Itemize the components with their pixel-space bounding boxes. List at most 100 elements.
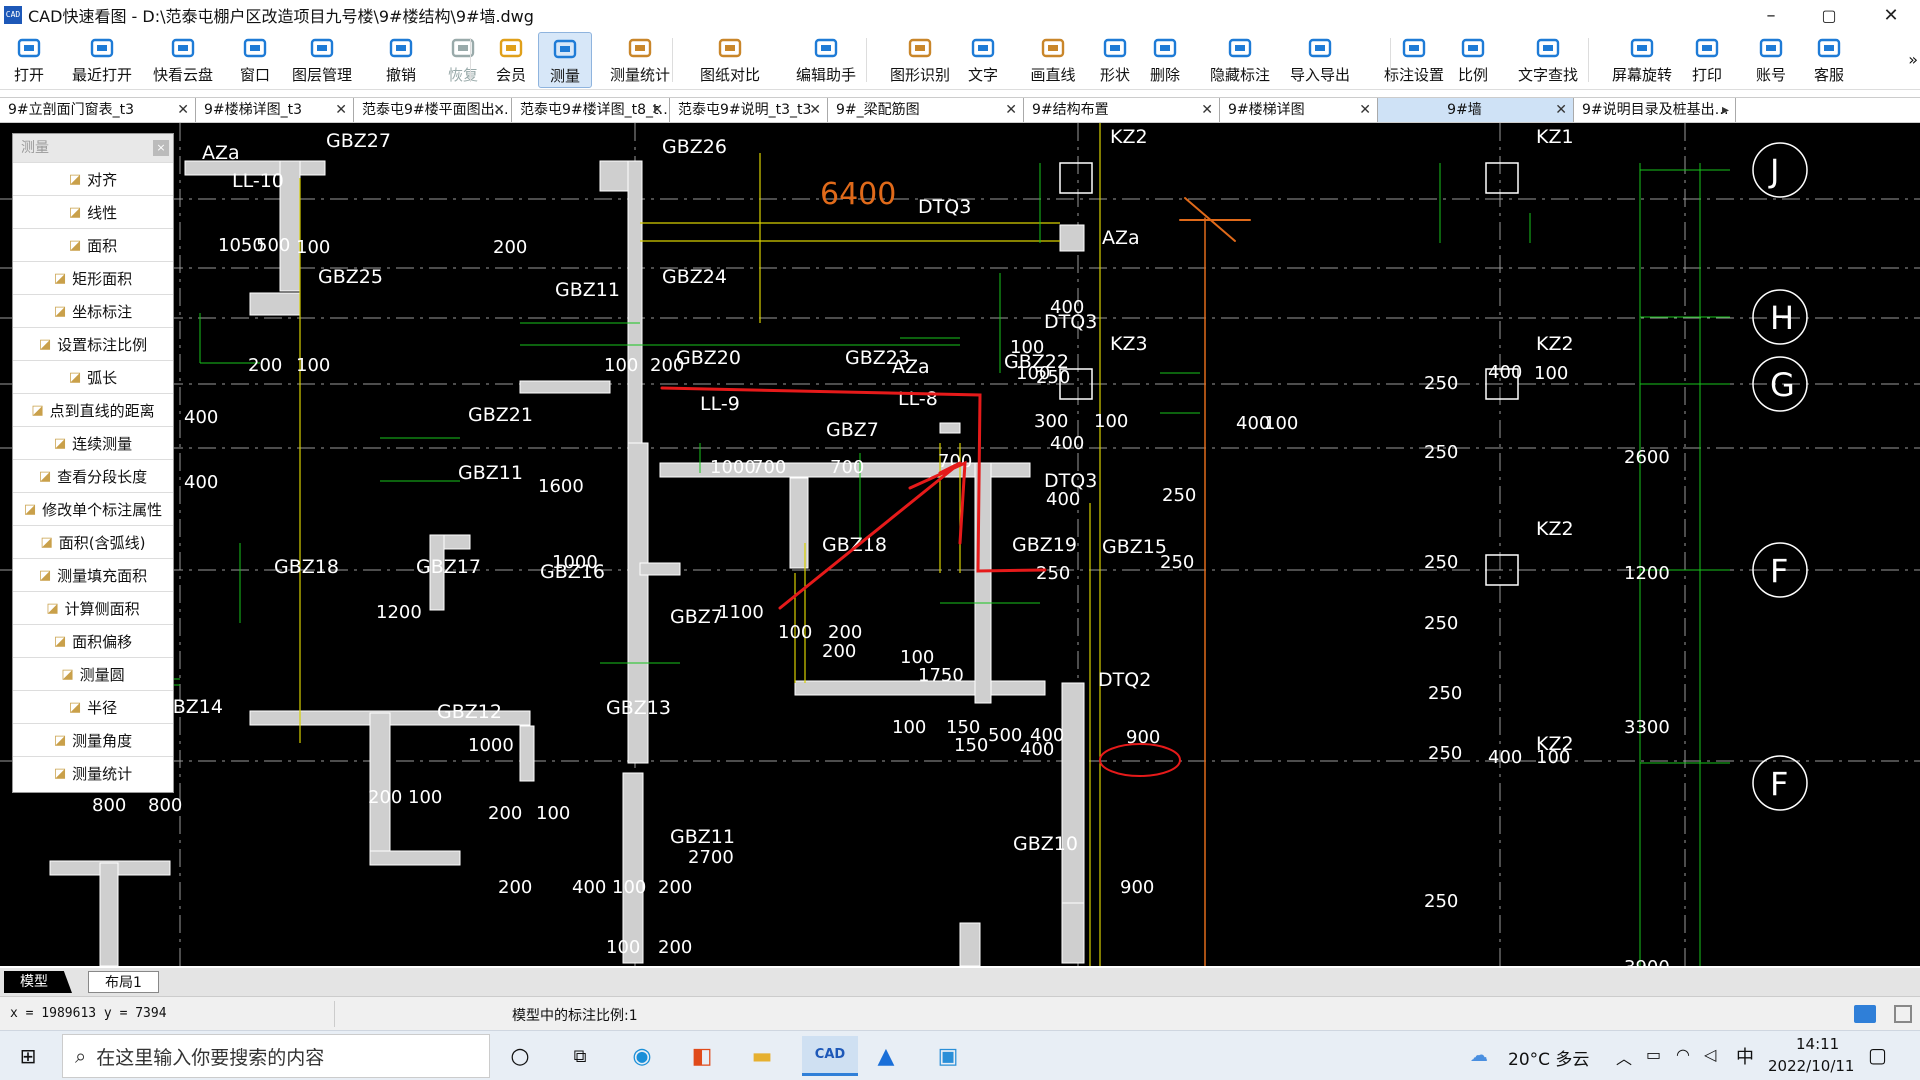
measure-tool-item[interactable]: ◪ 连续测量 [13,426,173,459]
office-icon[interactable]: ◧ [682,1036,722,1076]
dimension-text: 100 [1534,363,1568,384]
tab-close-icon[interactable]: ✕ [1005,98,1017,122]
cad-viewer-taskbar-icon[interactable]: CAD [802,1036,858,1076]
toolbar-measure-button[interactable]: 测量 [538,32,592,88]
toolbar-delete-button[interactable]: 删除 [1140,32,1190,88]
tab-close-icon[interactable]: ✕ [651,98,663,122]
toolbar-rotate-button[interactable]: 屏幕旋转 [1602,32,1682,88]
measure-tool-item[interactable]: ◪ 测量圆 [13,657,173,690]
clock-date[interactable]: 2022/10/11 [1768,1057,1854,1075]
maximize-button[interactable]: ▢ [1800,0,1858,30]
fullscreen-icon[interactable] [1894,1005,1912,1023]
tab-document[interactable]: 范泰屯9#楼详图_t8_t… ✕ [512,98,670,122]
tab-close-icon[interactable]: ✕ [177,98,189,122]
toolbar-vip-button[interactable]: 会员 [488,32,534,88]
task-view-icon[interactable]: ⧉ [560,1036,600,1076]
tab-close-icon[interactable]: ✕ [1359,98,1371,122]
tab-scroll-icon[interactable]: ▸ [1722,98,1729,122]
tab-close-icon[interactable]: ✕ [1201,98,1213,122]
toolbar-dim-set-button[interactable]: 标注设置 [1374,32,1454,88]
tab-document[interactable]: 9#结构布置 ✕ [1024,98,1220,122]
layout-tab-model[interactable]: 模型 [4,971,72,993]
tray-chevron-icon[interactable]: ︿ [1616,1045,1632,1069]
measure-tool-item[interactable]: ◪ 点到直线的距离 [13,393,173,426]
toolbar-shape-rec-button[interactable]: 图形识别 [880,32,960,88]
toolbar-more-button[interactable]: » [1908,50,1918,69]
weather-text[interactable]: 20°C 多云 [1508,1045,1589,1070]
measure-tool-item[interactable]: ◪ 计算侧面积 [13,591,173,624]
edge-browser-icon[interactable]: ◉ [622,1036,662,1076]
layout-tab-layout1[interactable]: 布局1 [88,971,159,993]
measure-tool-item[interactable]: ◪ 半径 [13,690,173,723]
toolbar-line-button[interactable]: 画直线 [1018,32,1088,88]
toolbar-print-button[interactable]: 打印 [1682,32,1732,88]
measure-tool-item[interactable]: ◪ 对齐 [13,162,173,195]
file-explorer-icon[interactable]: ▬ [742,1036,782,1076]
tab-label: 9#_梁配筋图 [836,102,920,118]
tab-close-icon[interactable]: ✕ [1555,98,1567,122]
measure-tool-item[interactable]: ◪ 坐标标注 [13,294,173,327]
toolbar-export-button[interactable]: 导入导出 [1280,32,1360,88]
measure-tool-item[interactable]: ◪ 测量角度 [13,723,173,756]
clock-time[interactable]: 14:11 [1796,1035,1839,1053]
toolbar-edit-helper-button[interactable]: 编辑助手 [786,32,866,88]
tab-document[interactable]: 9#_梁配筋图 ✕ [828,98,1024,122]
feishu-icon[interactable]: ▲ [866,1036,906,1076]
dimension-text: 250 [1424,373,1458,394]
measure-tool-item[interactable]: ◪ 设置标注比例 [13,327,173,360]
taskbar-search[interactable]: ⌕ 在这里输入你要搜索的内容 [62,1034,490,1078]
toolbar-layers-button[interactable]: 图层管理 [282,32,362,88]
tab-close-icon[interactable]: ✕ [335,98,347,122]
toolbar-measure-stat-button[interactable]: 测量统计 [600,32,680,88]
tab-document[interactable]: 9#说明目录及桩基出… ▸ [1574,98,1736,122]
notification-icon[interactable]: ▢ [1868,1043,1887,1067]
measure-tool-item[interactable]: ◪ 面积 [13,228,173,261]
toolbar-cloud-button[interactable]: 快看云盘 [148,32,218,88]
toolbar-compare-button[interactable]: 图纸对比 [690,32,770,88]
tab-active-document[interactable]: 9#墙 ✕ [1378,98,1574,122]
windows-start-icon[interactable]: ⊞ [8,1036,48,1076]
measure-tool-item[interactable]: ◪ 线性 [13,195,173,228]
photos-icon[interactable]: ▣ [928,1036,968,1076]
measure-tool-item[interactable]: ◪ 修改单个标注属性 [13,492,173,525]
tab-document[interactable]: 范泰屯9#楼平面图出… ✕ [354,98,512,122]
tab-close-icon[interactable]: ✕ [809,98,821,122]
battery-icon[interactable]: ▭ [1646,1045,1661,1064]
wifi-icon[interactable]: ◠ [1676,1045,1690,1064]
measure-tool-item[interactable]: ◪ 面积偏移 [13,624,173,657]
drawing-label: KZ2 [1536,518,1574,540]
tab-document[interactable]: 范泰屯9#说明_t3_t3 ✕ [670,98,828,122]
toolbar-recent-button[interactable]: 最近打开 [62,32,142,88]
tab-close-icon[interactable]: ✕ [493,98,505,122]
measure-tool-item[interactable]: ◪ 面积(含弧线) [13,525,173,558]
toolbar-shape-button[interactable]: 形状 [1090,32,1140,88]
tab-document[interactable]: 9#立剖面门窗表_t3 ✕ [0,98,196,122]
toolbar-find-button[interactable]: 文字查找 [1508,32,1588,88]
measure-tool-item[interactable]: ◪ 弧长 [13,360,173,393]
tab-document[interactable]: 9#楼梯详图 ✕ [1220,98,1378,122]
toolbar-window-button[interactable]: 窗口 [230,32,280,88]
toolbar-scale-button[interactable]: 比例 [1448,32,1498,88]
minimize-button[interactable]: – [1742,0,1800,30]
cad-drawing-canvas[interactable]: GBZ27 GBZ26 AZa LL-10 GBZ25 GBZ11 GBZ24 GBZ20 GB… [0,123,1920,966]
measure-tool-item[interactable]: ◪ 矩形面积 [13,261,173,294]
toolbar-undo-button[interactable]: 撤销 [376,32,426,88]
measure-tool-item[interactable]: ◪ 测量统计 [13,756,173,789]
toolbar-open-button[interactable]: 打开 [4,32,54,88]
toolbar-service-button[interactable]: 客服 [1804,32,1854,88]
toolbar-redo-button[interactable]: 恢复 [438,32,488,88]
cortana-icon[interactable]: ○ [500,1036,540,1076]
tab-document[interactable]: 9#楼梯详图_t3 ✕ [196,98,354,122]
measure-panel-close-button[interactable]: × [153,140,169,156]
dimension-text: 1750 [918,665,964,686]
toolbar-account-button[interactable]: 账号 [1746,32,1796,88]
volume-icon[interactable]: ◁ [1704,1045,1716,1064]
measure-tool-item[interactable]: ◪ 查看分段长度 [13,459,173,492]
status-toggle-icon[interactable] [1854,1005,1876,1023]
ime-indicator[interactable]: 中 [1736,1043,1754,1069]
close-button[interactable]: ✕ [1862,0,1920,30]
toolbar-text-button[interactable]: 文字 [958,32,1008,88]
measure-tool-item[interactable]: ◪ 测量填充面积 [13,558,173,591]
toolbar-hide-button[interactable]: 隐藏标注 [1200,32,1280,88]
drawing-label: GBZ18 [822,534,887,556]
